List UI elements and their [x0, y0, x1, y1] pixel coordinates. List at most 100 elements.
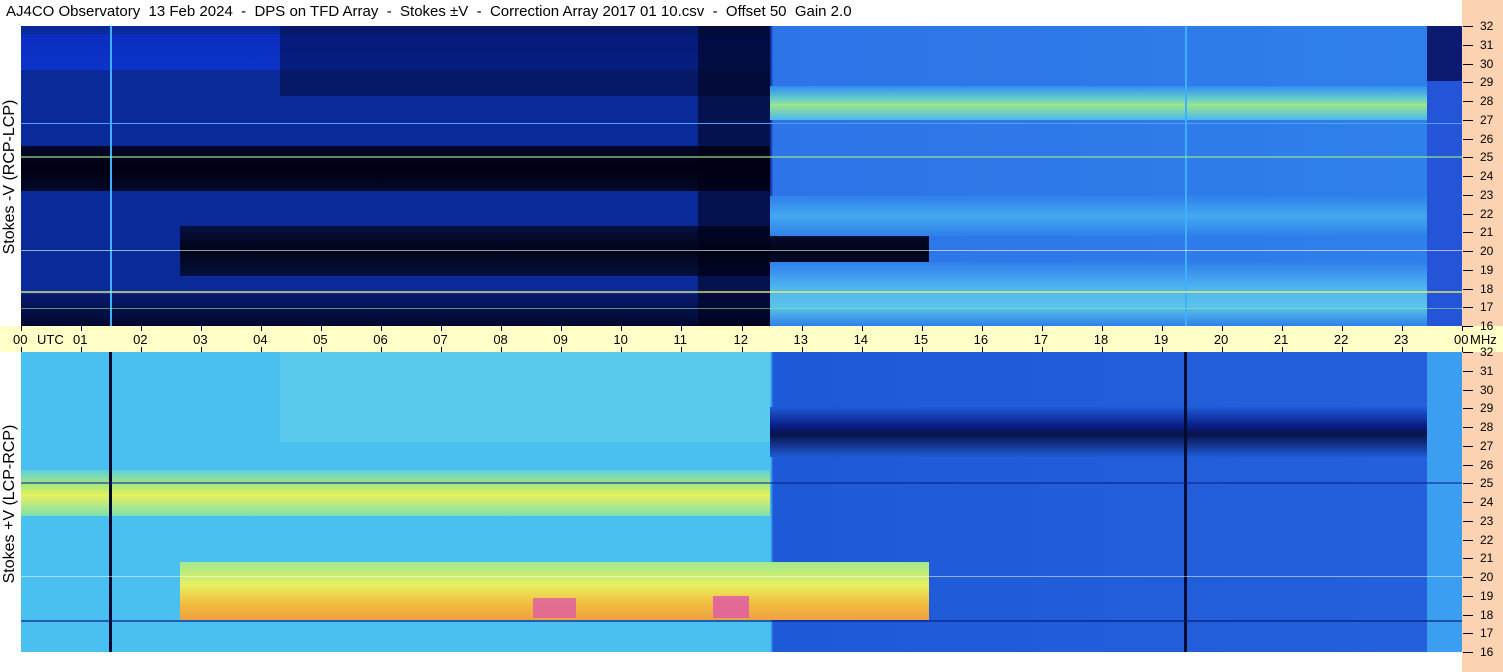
- time-tick-mark: [381, 326, 383, 331]
- right-edge-column: [1427, 81, 1462, 326]
- marker-line-1930: [1185, 26, 1187, 326]
- time-tick-label: 12: [733, 332, 748, 347]
- hline-20mhz: [21, 250, 1462, 251]
- bright-band-24mhz: [21, 470, 771, 516]
- frequency-tick-label: 20: [1480, 244, 1494, 258]
- hline-25mhz-bottom: [21, 482, 1462, 484]
- time-tick-mark: [1281, 326, 1283, 331]
- frequency-tick-mark: [1463, 251, 1473, 252]
- frequency-tick-label: 32: [1480, 345, 1494, 359]
- frequency-tick-mark: [1463, 539, 1473, 541]
- frequency-tick-label: 26: [1480, 131, 1494, 146]
- frequency-tick-mark: [1463, 577, 1473, 578]
- time-tick-mark: [501, 326, 503, 331]
- time-tick-mark: [201, 347, 203, 352]
- frequency-tick-label: 21: [1480, 551, 1494, 566]
- hline-17mhz: [21, 308, 1462, 309]
- frequency-tick-mark: [1463, 370, 1473, 372]
- time-tick-mark: [141, 326, 143, 331]
- frequency-tick-label: 30: [1480, 56, 1494, 71]
- frequency-tick-mark: [1463, 445, 1473, 447]
- frequency-tick-label: 25: [1480, 150, 1494, 165]
- frequency-tick-label: 27: [1480, 112, 1494, 127]
- frequency-tick-mark: [1463, 307, 1473, 309]
- frequency-tick-mark: [1463, 520, 1473, 522]
- frequency-tick-label: 25: [1480, 476, 1494, 491]
- frequency-tick-mark: [1463, 633, 1473, 635]
- frequency-tick-label: 22: [1480, 206, 1494, 221]
- frequency-tick-mark: [1463, 595, 1473, 597]
- time-tick-mark: [561, 347, 563, 352]
- time-tick-mark: [261, 347, 263, 352]
- time-tick-mark: [81, 326, 83, 331]
- time-tick-label: 04: [253, 332, 268, 347]
- time-tick-mark: [921, 347, 923, 352]
- frequency-tick-mark: [1463, 138, 1473, 140]
- time-tick-mark: [981, 347, 983, 352]
- time-tick-mark: [681, 347, 683, 352]
- time-tick-mark: [261, 326, 263, 331]
- frequency-tick-mark: [1463, 119, 1473, 121]
- time-tick-mark: [21, 326, 22, 331]
- bright-band-18mhz: [770, 262, 1434, 326]
- dark-band-17mhz: [21, 294, 771, 326]
- frequency-tick-label: 26: [1480, 457, 1494, 472]
- time-tick-label: 15: [913, 332, 929, 347]
- time-tick-label: 00: [13, 332, 28, 347]
- time-tick-mark: [1041, 326, 1043, 331]
- time-tick-label: 11: [673, 332, 687, 347]
- frequency-tick-label: 27: [1480, 438, 1494, 453]
- time-tick-mark: [81, 347, 83, 352]
- time-tick-label: 18: [1093, 332, 1109, 347]
- frequency-tick-mark: [1463, 502, 1473, 503]
- time-tick-mark: [621, 347, 623, 352]
- frequency-tick-label: 18: [1480, 607, 1494, 622]
- frequency-tick-label: 28: [1480, 94, 1494, 108]
- time-tick-mark: [861, 326, 863, 331]
- time-tick-mark: [1221, 347, 1223, 352]
- time-tick-label: 13: [793, 332, 808, 347]
- time-tick-mark: [741, 347, 743, 352]
- frequency-tick-mark: [1463, 26, 1473, 27]
- time-tick-mark: [921, 326, 923, 331]
- frequency-tick-label: 16: [1480, 319, 1494, 333]
- time-tick-mark: [561, 326, 563, 331]
- frequency-tick-mark: [1463, 288, 1473, 290]
- time-tick-label: 19: [1153, 332, 1169, 347]
- hline-27mhz: [21, 123, 1462, 124]
- dark-band-25mhz: [21, 146, 771, 191]
- time-tick-mark: [321, 347, 323, 352]
- frequency-tick-label: 19: [1480, 262, 1494, 277]
- hline-25mhz: [21, 156, 1462, 158]
- time-tick-mark: [1101, 326, 1103, 331]
- frequency-tick-label: 17: [1480, 626, 1494, 641]
- marker-line-1930-bottom: [1184, 352, 1187, 652]
- time-tick-label: 10: [613, 332, 628, 347]
- time-tick-label: 16: [973, 332, 989, 347]
- time-tick-mark: [861, 347, 863, 352]
- time-tick-label: 05: [313, 332, 328, 347]
- time-tick-label: 14: [853, 332, 869, 347]
- time-tick-mark: [1101, 347, 1103, 352]
- frequency-tick-label: 24: [1480, 495, 1494, 509]
- ylabel-bottom: Stokes +V (LCP-RCP): [1, 424, 18, 584]
- spectrogram-bottom: [21, 352, 1462, 652]
- frequency-tick-mark: [1463, 101, 1473, 102]
- hline-17mhz-bottom: [21, 620, 1462, 622]
- time-tick-label: 01: [73, 332, 88, 347]
- bright-band-22mhz: [770, 196, 1434, 236]
- spectrogram-top: [21, 26, 1462, 326]
- time-tick-label: 06: [373, 332, 388, 347]
- time-tick-mark: [321, 326, 323, 331]
- frequency-tick-label: 29: [1480, 75, 1494, 90]
- time-tick-label: 08: [493, 332, 508, 347]
- frequency-tick-label: 28: [1480, 420, 1494, 434]
- hline-18mhz: [21, 291, 1462, 293]
- frequency-tick-label: 24: [1480, 169, 1494, 183]
- frequency-tick-mark: [1463, 389, 1473, 391]
- time-tick-label: 00: [1454, 332, 1469, 347]
- frequency-tick-mark: [1463, 213, 1473, 215]
- frequency-tick-label: 17: [1480, 300, 1494, 315]
- time-tick-mark: [1401, 326, 1403, 331]
- frequency-tick-label: 30: [1480, 382, 1494, 397]
